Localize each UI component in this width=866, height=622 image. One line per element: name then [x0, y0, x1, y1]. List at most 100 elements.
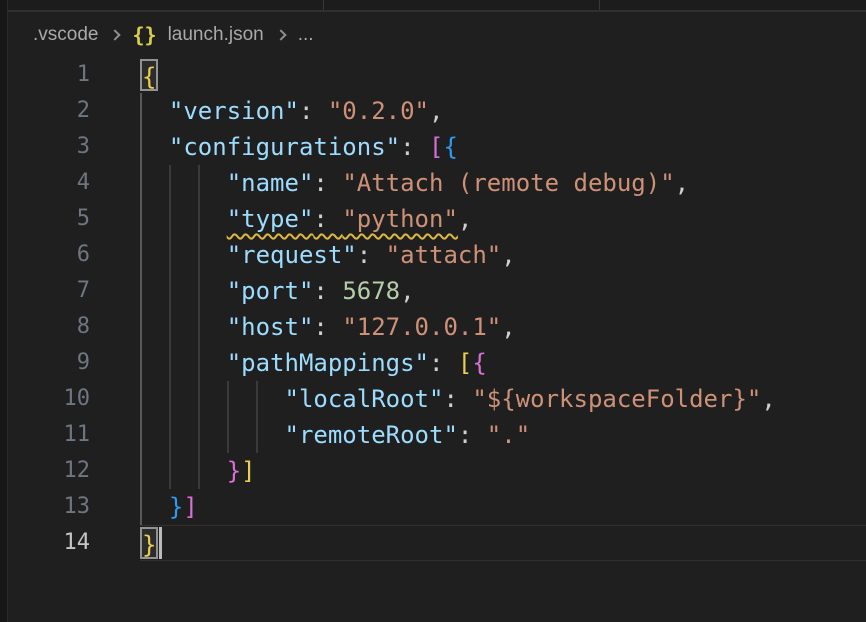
breadcrumb-file[interactable]: launch.json — [168, 24, 264, 46]
code-text[interactable]: "configurations": [{ — [140, 129, 866, 165]
code-text[interactable]: }] — [140, 453, 866, 489]
token-b2: { — [472, 349, 486, 377]
code-editor[interactable]: 1{2 "version": "0.2.0",3 "configurations… — [8, 57, 866, 622]
token-str: "127.0.0.1" — [342, 313, 501, 341]
token-num: 5678 — [342, 277, 400, 305]
code-text[interactable]: }] — [140, 489, 866, 525]
token-key: "version" — [169, 97, 299, 125]
token-key: "pathMappings" — [227, 349, 429, 377]
token-pun: , — [501, 241, 515, 269]
line-number[interactable]: 10 — [8, 381, 90, 417]
bracket-match-box: { — [140, 59, 158, 91]
token-key: "request" — [227, 241, 357, 269]
code-line-13: 13 }] — [8, 489, 866, 525]
token-b2: } — [227, 457, 241, 485]
line-number[interactable]: 12 — [8, 453, 90, 489]
token-pun: : — [357, 241, 386, 269]
code-line-3: 3 "configurations": [{ — [8, 129, 866, 165]
breadcrumb-folder[interactable]: .vscode — [33, 24, 98, 46]
tab-separator — [323, 0, 324, 10]
line-number[interactable]: 14 — [8, 525, 90, 561]
token-pun: , — [429, 97, 443, 125]
line-number[interactable]: 13 — [8, 489, 90, 525]
token-pun: : — [458, 421, 487, 449]
token-pun: : — [313, 277, 342, 305]
line-number[interactable]: 6 — [8, 237, 90, 273]
token-str: "attach" — [386, 241, 502, 269]
token-pun: , — [501, 313, 515, 341]
left-edge-strip — [0, 0, 8, 622]
token-key: "remoteRoot" — [285, 421, 458, 449]
code-line-11: 11 "remoteRoot": "." — [8, 417, 866, 453]
json-symbol-icon: {} — [132, 23, 156, 47]
token-str: "Attach (remote debug)" — [342, 169, 674, 197]
code-line-4: 4 "name": "Attach (remote debug)", — [8, 165, 866, 201]
line-number[interactable]: 3 — [8, 129, 90, 165]
token-pun: : — [313, 205, 342, 233]
code-text[interactable]: "type": "python", — [140, 201, 866, 237]
token-b3: } — [169, 493, 183, 521]
token-b1: ] — [241, 457, 255, 485]
breadcrumb-ellipsis[interactable]: ... — [298, 24, 314, 46]
code-text[interactable]: "port": 5678, — [140, 273, 866, 309]
token-b1: [ — [458, 349, 472, 377]
code-line-5: 5 "type": "python", — [8, 201, 866, 237]
line-number[interactable]: 4 — [8, 165, 90, 201]
token-pun: : — [313, 169, 342, 197]
token-key: "name" — [227, 169, 314, 197]
code-line-8: 8 "host": "127.0.0.1", — [8, 309, 866, 345]
code-text[interactable]: "version": "0.2.0", — [140, 93, 866, 129]
code-text[interactable]: } — [140, 525, 866, 561]
code-text[interactable]: "request": "attach", — [140, 237, 866, 273]
token-pun: : — [400, 133, 429, 161]
token-str: "python" — [342, 205, 458, 233]
code-line-10: 10 "localRoot": "${workspaceFolder}", — [8, 381, 866, 417]
code-text[interactable]: "localRoot": "${workspaceFolder}", — [140, 381, 866, 417]
tab-separator — [599, 0, 600, 10]
token-pun: , — [458, 205, 472, 233]
warning-squiggle: "type": "python" — [227, 205, 458, 233]
tab-bar-bottom-edge — [8, 0, 866, 12]
token-str: "${workspaceFolder}" — [472, 385, 761, 413]
token-pun: : — [313, 313, 342, 341]
token-pun: : — [443, 385, 472, 413]
code-line-2: 2 "version": "0.2.0", — [8, 93, 866, 129]
token-str: "0.2.0" — [328, 97, 429, 125]
bracket-match-box: } — [140, 527, 158, 559]
code-text[interactable]: "name": "Attach (remote debug)", — [140, 165, 866, 201]
token-pun: , — [675, 169, 689, 197]
code-text[interactable]: "host": "127.0.0.1", — [140, 309, 866, 345]
token-key: "port" — [227, 277, 314, 305]
token-pun: : — [299, 97, 328, 125]
line-number[interactable]: 2 — [8, 93, 90, 129]
token-b2: ] — [183, 493, 197, 521]
token-b2: [ — [429, 133, 443, 161]
line-number[interactable]: 5 — [8, 201, 90, 237]
code-line-6: 6 "request": "attach", — [8, 237, 866, 273]
token-pun: , — [400, 277, 414, 305]
code-text[interactable]: "pathMappings": [{ — [140, 345, 866, 381]
code-line-14: 14} — [8, 525, 866, 561]
token-key: "host" — [227, 313, 314, 341]
chevron-right-icon — [110, 29, 121, 40]
line-number[interactable]: 1 — [8, 57, 90, 93]
code-line-12: 12 }] — [8, 453, 866, 489]
line-number[interactable]: 8 — [8, 309, 90, 345]
vscode-window: .vscode {} launch.json ... 1{2 "version"… — [0, 0, 866, 622]
token-str: "." — [487, 421, 530, 449]
line-number[interactable]: 7 — [8, 273, 90, 309]
code-text[interactable]: "remoteRoot": "." — [140, 417, 866, 453]
token-key: "configurations" — [169, 133, 400, 161]
token-key: "localRoot" — [285, 385, 444, 413]
code-line-7: 7 "port": 5678, — [8, 273, 866, 309]
text-cursor — [159, 527, 162, 559]
line-number[interactable]: 11 — [8, 417, 90, 453]
line-number[interactable]: 9 — [8, 345, 90, 381]
code-text[interactable]: { — [140, 57, 866, 93]
token-pun: : — [429, 349, 458, 377]
chevron-right-icon — [275, 29, 286, 40]
code-line-1: 1{ — [8, 57, 866, 93]
code-line-9: 9 "pathMappings": [{ — [8, 345, 866, 381]
token-b3: { — [443, 133, 457, 161]
breadcrumb: .vscode {} launch.json ... — [8, 12, 866, 57]
